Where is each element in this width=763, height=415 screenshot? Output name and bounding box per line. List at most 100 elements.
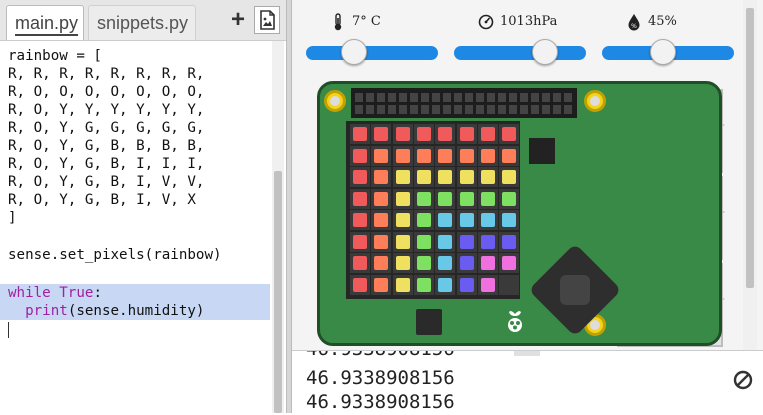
- clear-console-icon[interactable]: [733, 370, 753, 390]
- editor-scrollbar-thumb[interactable]: [274, 171, 282, 413]
- led-pixel: [416, 234, 431, 249]
- led-pixel: [416, 170, 431, 184]
- pressure-sensor: 1013hPa: [450, 6, 590, 68]
- led-pixel: [438, 191, 453, 206]
- gpio-pin: [465, 93, 473, 102]
- led-pixel: [502, 213, 517, 227]
- gpio-pin: [487, 93, 495, 102]
- raspberry-pi-logo: [508, 311, 522, 332]
- gpio-pin: [520, 105, 528, 114]
- gpio-pin: [399, 105, 407, 114]
- gpio-pin: [564, 105, 572, 114]
- joystick-knob[interactable]: [560, 275, 590, 305]
- led-pixel: [353, 127, 367, 141]
- gpio-pin: [388, 93, 396, 102]
- chip: [416, 309, 442, 335]
- console-resize-handle[interactable]: [514, 351, 540, 356]
- led-pixel: [353, 277, 367, 292]
- gpio-pin: [366, 105, 374, 114]
- led-pixel: [416, 213, 431, 227]
- gauge-icon: [478, 14, 494, 30]
- text-cursor: [8, 322, 9, 338]
- led-pixel: [438, 256, 453, 270]
- led-pixel: [395, 234, 410, 249]
- led-pixel: [353, 191, 367, 206]
- gpio-pin: [564, 93, 572, 102]
- temperature-slider-thumb[interactable]: [340, 39, 367, 65]
- gpio-pin: [531, 105, 539, 114]
- gpio-pin: [377, 105, 385, 114]
- add-tab-button[interactable]: +: [228, 8, 248, 32]
- gpio-header: [351, 88, 577, 118]
- led-pixel: [395, 127, 410, 141]
- gpio-pin: [399, 93, 407, 102]
- gpio-pin: [542, 93, 550, 102]
- led-pixel: [502, 127, 517, 141]
- led-pixel: [480, 256, 495, 270]
- led-pixel: [438, 148, 453, 163]
- gpio-pin: [520, 93, 528, 102]
- led-pixel: [480, 127, 495, 141]
- led-pixel: [480, 148, 495, 163]
- gpio-pin: [454, 93, 462, 102]
- led-pixel: [438, 213, 453, 227]
- led-pixel: [395, 277, 410, 292]
- pressure-value: 1013hPa: [500, 14, 558, 29]
- pressure-slider[interactable]: [454, 46, 586, 60]
- gpio-pin: [498, 93, 506, 102]
- led-pixel: [480, 213, 495, 227]
- led-pixel: [502, 191, 517, 206]
- led-pixel: [416, 127, 431, 141]
- while-colon: :: [93, 285, 102, 301]
- led-pixel: [353, 213, 367, 227]
- true-keyword: True: [59, 285, 94, 301]
- temperature-sensor: 7° C: [302, 6, 442, 68]
- led-pixel: [416, 191, 431, 206]
- output-line: 46.9338908156: [306, 391, 455, 413]
- led-pixel: [374, 148, 389, 163]
- editor-scrollbar[interactable]: [272, 41, 284, 413]
- pressure-slider-thumb[interactable]: [532, 39, 559, 65]
- gpio-pin: [355, 93, 363, 102]
- led-pixel: [438, 277, 453, 292]
- led-pixel: [395, 170, 410, 184]
- code-line: R, O, Y, G, G, G, G, G,: [8, 120, 205, 136]
- led-pixel: [502, 256, 517, 270]
- led-pixel: [395, 148, 410, 163]
- gpio-pin: [432, 93, 440, 102]
- led-pixel: [438, 234, 453, 249]
- led-pixel: [459, 277, 474, 292]
- code-area[interactable]: rainbow = [ R, R, R, R, R, R, R, R, R, O…: [0, 41, 272, 413]
- led-pixel: [374, 191, 389, 206]
- led-pixel: [438, 170, 453, 184]
- file-image-button[interactable]: [254, 6, 280, 34]
- led-pixel: [502, 170, 517, 184]
- emulator-scrollbar[interactable]: [743, 0, 757, 350]
- temperature-slider[interactable]: [306, 46, 438, 60]
- gpio-pin: [366, 93, 374, 102]
- humidity-drop-icon: %: [628, 14, 640, 31]
- led-pixel: [459, 148, 474, 163]
- mounting-hole: [584, 90, 606, 112]
- sense-hat-board: 0° i: [317, 81, 747, 410]
- led-pixel: [502, 148, 517, 163]
- gpio-pin: [553, 105, 561, 114]
- led-pixel: [459, 127, 474, 141]
- code-line: R, O, Y, Y, Y, Y, Y, Y,: [8, 102, 205, 118]
- humidity-value: 45%: [648, 14, 677, 29]
- led-pixel: [416, 256, 431, 270]
- led-pixel: [459, 191, 474, 206]
- humidity-sensor: % 45%: [598, 6, 738, 68]
- gpio-pin: [388, 105, 396, 114]
- gpio-pin: [498, 105, 506, 114]
- code-line: rainbow = [: [8, 48, 102, 64]
- led-pixel: [353, 234, 367, 249]
- humidity-slider-thumb[interactable]: [649, 39, 676, 65]
- output-line: 46.9338908156: [306, 351, 455, 361]
- led-pixel: [480, 191, 495, 206]
- emulator-scrollbar-thumb[interactable]: [746, 8, 754, 288]
- tab-main-py[interactable]: main.py: [6, 5, 84, 40]
- led-pixel: [502, 234, 517, 249]
- led-pixel: [353, 256, 367, 270]
- tab-snippets-py[interactable]: snippets.py: [88, 5, 196, 40]
